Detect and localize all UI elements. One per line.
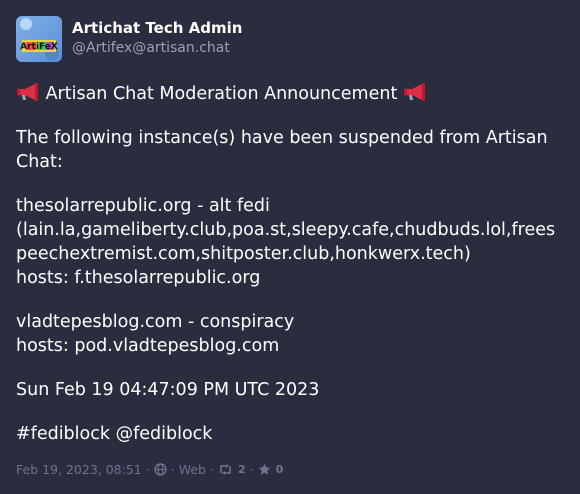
post-content: Artisan Chat Moderation Announcement The… — [16, 82, 564, 446]
megaphone-icon — [16, 82, 40, 102]
entry-1-related: (lain.la,gameliberty.club,poa.st,sleepy.… — [16, 220, 556, 264]
entry-2-domain: vladtepesblog.com - conspiracy — [16, 312, 295, 332]
announcement-title: Artisan Chat Moderation Announcement — [45, 84, 398, 104]
separator: · — [249, 461, 254, 477]
tags-paragraph: #fediblock @fediblock — [16, 422, 564, 446]
entry-2-hosts: hosts: pod.vladtepesblog.com — [16, 336, 280, 356]
favourite-count: 0 — [275, 462, 284, 476]
mention-link[interactable]: @fediblock — [116, 424, 213, 444]
hashtag-link[interactable]: #fediblock — [16, 424, 110, 444]
post-meta: Feb 19, 2023, 08:51 · · Web · 2 · 0 — [16, 460, 283, 478]
boost-icon[interactable] — [218, 463, 233, 476]
client-name: Web — [178, 461, 206, 477]
author-display-name[interactable]: Artichat Tech Admin — [72, 18, 242, 38]
status-post: ArtiFeX Artichat Tech Admin @Artifex@art… — [0, 0, 580, 494]
entry-1-domain: thesolarrepublic.org - alt fedi — [16, 196, 270, 216]
star-icon[interactable] — [258, 463, 271, 476]
suspended-entry-2: vladtepesblog.com - conspiracy hosts: po… — [16, 310, 564, 358]
suspended-entry-1: thesolarrepublic.org - alt fedi (lain.la… — [16, 194, 564, 290]
avatar[interactable]: ArtiFeX — [16, 16, 62, 62]
author-handle[interactable]: @Artifex@artisan.chat — [72, 38, 242, 58]
boost-count: 2 — [237, 462, 246, 476]
post-timestamp[interactable]: Feb 19, 2023, 08:51 — [16, 462, 142, 477]
globe-icon — [154, 462, 167, 476]
separator: · — [209, 461, 214, 477]
avatar-text: ArtiFeX — [20, 42, 58, 52]
separator: · — [145, 461, 150, 477]
intro-paragraph: The following instance(s) have been susp… — [16, 128, 548, 172]
date-paragraph: Sun Feb 19 04:47:09 PM UTC 2023 — [16, 380, 320, 400]
entry-1-hosts: hosts: f.thesolarrepublic.org — [16, 268, 261, 288]
post-header: ArtiFeX Artichat Tech Admin @Artifex@art… — [16, 16, 564, 62]
separator: · — [170, 461, 175, 477]
megaphone-icon — [403, 82, 427, 102]
author-names: Artichat Tech Admin @Artifex@artisan.cha… — [72, 18, 242, 58]
announcement-heading: Artisan Chat Moderation Announcement — [16, 82, 564, 106]
